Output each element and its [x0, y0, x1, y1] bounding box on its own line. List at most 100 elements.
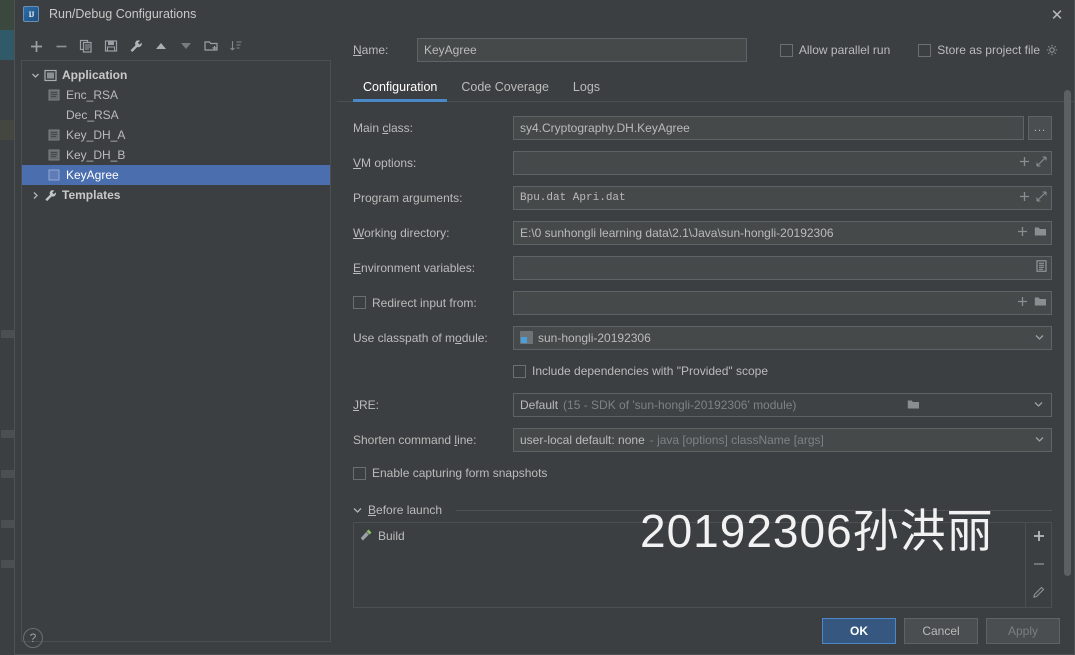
dialog-title: Run/Debug Configurations — [49, 7, 197, 21]
use-classpath-of-module-row: Use classpath of module: sun-hongli-2019… — [353, 325, 1052, 350]
working-directory-label: Working directory: — [353, 225, 450, 240]
new-folder-button[interactable] — [200, 35, 222, 57]
before-launch-task-build[interactable]: Build — [358, 527, 1025, 545]
tab-code-coverage[interactable]: Code Coverage — [451, 76, 559, 101]
working-directory-input[interactable]: E:\0 sunhongli learning data\2.1\Java\su… — [513, 220, 1052, 245]
main-class-input[interactable]: sy4.Cryptography.DH.KeyAgree — [513, 115, 1024, 140]
allow-parallel-run-checkbox[interactable]: Allow parallel run — [779, 43, 891, 57]
allow-parallel-run-label: Allow parallel run — [798, 43, 891, 57]
sort-configurations-button[interactable] — [225, 35, 247, 57]
chevron-down-icon[interactable] — [1031, 334, 1047, 341]
tree-node-enc-rsa[interactable]: Enc_RSA — [22, 85, 330, 105]
program-arguments-label: Program arguments: — [353, 190, 463, 205]
include-provided-checkbox[interactable]: Include dependencies with "Provided" sco… — [513, 364, 768, 378]
edit-templates-wrench-icon[interactable] — [125, 35, 147, 57]
chevron-down-icon[interactable] — [1031, 401, 1047, 408]
use-classpath-of-module-value: sun-hongli-20192306 — [538, 330, 651, 345]
main-class-browse-button[interactable]: ... — [1028, 115, 1052, 140]
tree-node-keyagree[interactable]: KeyAgree — [22, 165, 330, 185]
remove-before-launch-task-button[interactable] — [1030, 555, 1048, 573]
checkbox-box[interactable] — [353, 466, 366, 480]
main-class-field: sy4.Cryptography.DH.KeyAgree ... — [513, 115, 1052, 140]
folder-icon[interactable] — [906, 399, 922, 410]
add-before-launch-task-button[interactable] — [1030, 527, 1048, 545]
main-class-row: Main class: sy4.Cryptography.DH.KeyAgree… — [353, 115, 1052, 140]
module-icon — [520, 331, 533, 344]
checkbox-box[interactable] — [779, 43, 793, 57]
environment-variables-input[interactable] — [513, 255, 1052, 280]
vm-options-input[interactable] — [513, 150, 1052, 175]
scrollbar-thumb[interactable] — [1064, 90, 1071, 576]
enable-form-snapshots-checkbox[interactable]: Enable capturing form snapshots — [353, 466, 547, 480]
checkbox-box[interactable] — [918, 43, 932, 57]
checkbox-box[interactable] — [513, 364, 526, 378]
before-launch-task-label: Build — [378, 529, 405, 543]
store-as-project-file-label: Store as project file — [937, 43, 1040, 57]
application-icon — [42, 69, 58, 82]
chevron-down-icon[interactable] — [1031, 436, 1047, 443]
editor-vertical-scrollbar[interactable] — [1063, 90, 1072, 580]
close-icon[interactable]: ✕ — [1048, 6, 1066, 24]
add-configuration-button[interactable] — [25, 35, 47, 57]
program-arguments-field: Bpu.dat Apri.dat — [513, 185, 1052, 210]
before-launch-side-toolbar — [1025, 523, 1051, 607]
remove-configuration-button[interactable] — [50, 35, 72, 57]
redirect-input-input[interactable] — [513, 290, 1052, 315]
copy-configuration-button[interactable] — [75, 35, 97, 57]
shorten-command-line-hint: - java [options] className [args] — [649, 432, 824, 447]
tree-node-label: Templates — [62, 188, 121, 202]
main-class-label: Main class: — [353, 120, 414, 135]
name-row: Name: KeyAgree Allow parallel run Store … — [337, 28, 1074, 72]
cancel-button[interactable]: Cancel — [904, 618, 978, 644]
configurations-tree[interactable]: Application Enc_RSA Dec_RSA Key_DH_A Key… — [21, 60, 331, 642]
store-as-project-file-checkbox[interactable]: Store as project file — [918, 43, 1058, 57]
apply-button[interactable]: Apply — [986, 618, 1060, 644]
shorten-command-line-field: user-local default: none - java [options… — [513, 427, 1052, 452]
run-config-icon — [46, 149, 62, 161]
use-classpath-of-module-combobox[interactable]: sun-hongli-20192306 — [513, 325, 1052, 350]
program-arguments-input[interactable]: Bpu.dat Apri.dat — [513, 185, 1052, 210]
move-down-button[interactable] — [175, 35, 197, 57]
ok-button[interactable]: OK — [822, 618, 896, 644]
tree-node-application[interactable]: Application — [22, 65, 330, 85]
tree-node-dec-rsa[interactable]: Dec_RSA — [22, 105, 330, 125]
configurations-toolbar — [21, 32, 331, 60]
chevron-down-icon[interactable] — [353, 503, 362, 517]
editor-tabs: Configuration Code Coverage Logs — [337, 72, 1074, 102]
shorten-command-line-value: user-local default: none — [520, 432, 645, 447]
environment-variables-row: Environment variables: — [353, 255, 1052, 280]
tab-configuration[interactable]: Configuration — [353, 76, 448, 102]
before-launch-header[interactable]: Before launch — [353, 498, 1052, 522]
jre-combobox[interactable]: Default (15 - SDK of 'sun-hongli-2019230… — [513, 392, 1052, 417]
environment-variables-field — [513, 255, 1052, 280]
include-provided-label: Include dependencies with "Provided" sco… — [532, 364, 769, 378]
tree-node-label: Dec_RSA — [66, 108, 119, 122]
tree-node-key-dh-a[interactable]: Key_DH_A — [22, 125, 330, 145]
vm-options-label: VM options: — [353, 155, 417, 170]
dialog-titlebar: IJ Run/Debug Configurations ✕ — [15, 0, 1074, 28]
move-up-button[interactable] — [150, 35, 172, 57]
before-launch-title: Before launch — [368, 503, 443, 517]
chevron-down-icon[interactable] — [28, 71, 42, 80]
edit-before-launch-task-button[interactable] — [1030, 583, 1048, 601]
gear-icon[interactable] — [1046, 44, 1058, 56]
redirect-input-from-label: Redirect input from: — [372, 295, 477, 310]
tree-node-templates[interactable]: Templates — [22, 185, 330, 205]
shorten-command-line-combobox[interactable]: user-local default: none - java [options… — [513, 427, 1052, 452]
save-configuration-button[interactable] — [100, 35, 122, 57]
vm-options-row: VM options: — [353, 150, 1052, 175]
tree-node-key-dh-b[interactable]: Key_DH_B — [22, 145, 330, 165]
before-launch-task-list[interactable]: Build — [354, 523, 1025, 607]
use-classpath-of-module-label: Use classpath of module: — [353, 330, 488, 345]
tab-logs[interactable]: Logs — [563, 76, 610, 101]
redirect-input-field — [513, 290, 1052, 315]
wrench-icon — [42, 189, 58, 202]
use-classpath-of-module-field: sun-hongli-20192306 — [513, 325, 1052, 350]
enable-form-snapshots-row: Enable capturing form snapshots — [353, 463, 1052, 483]
name-input[interactable]: KeyAgree — [417, 38, 747, 62]
redirect-input-from-checkbox[interactable]: Redirect input from: — [353, 296, 513, 310]
help-icon[interactable]: ? — [23, 628, 43, 648]
checkbox-box[interactable] — [353, 296, 366, 309]
chevron-right-icon[interactable] — [28, 191, 42, 200]
intellij-idea-logo-icon: IJ — [23, 6, 39, 22]
